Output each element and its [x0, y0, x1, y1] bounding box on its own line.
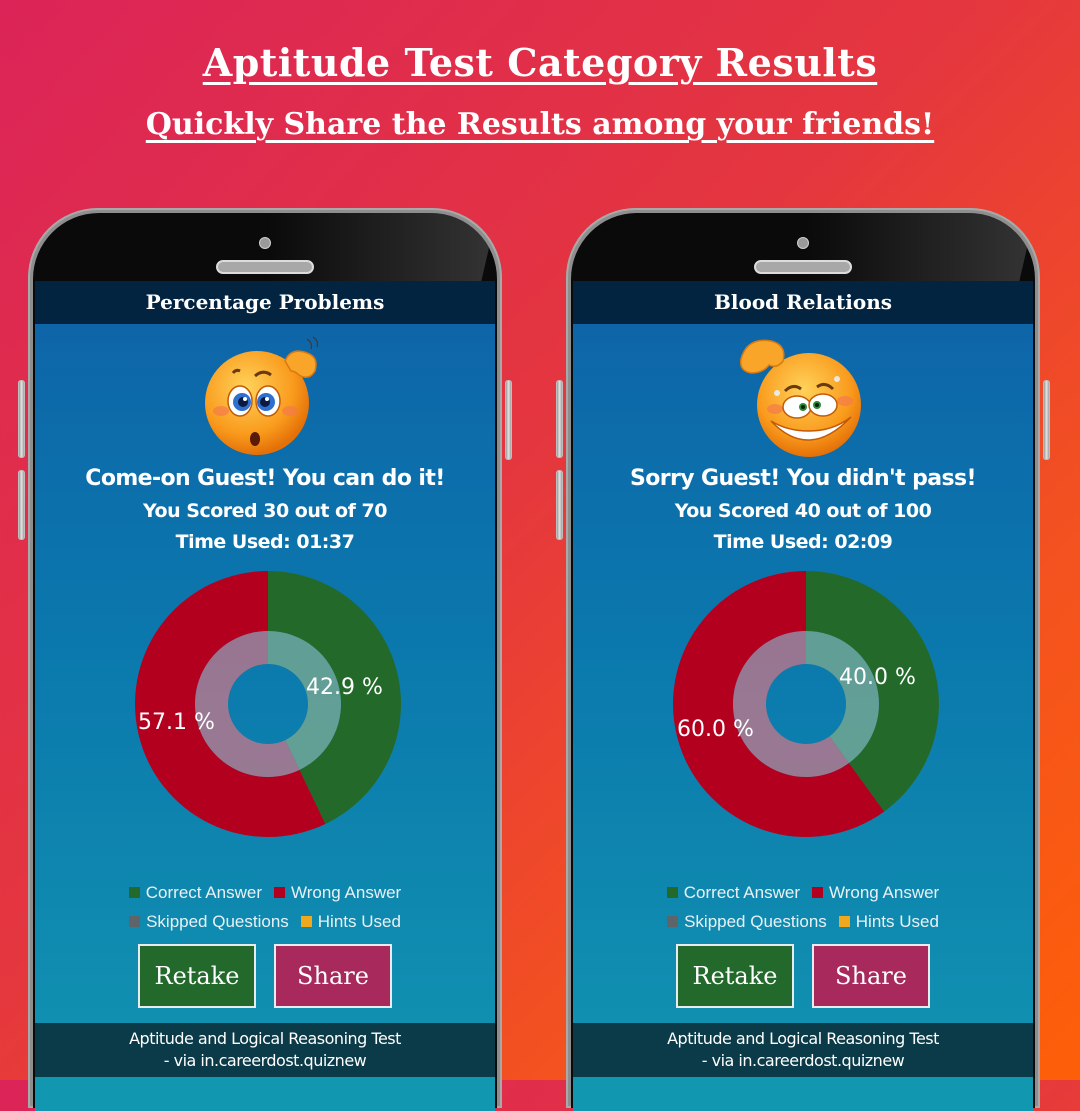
footer-credit: Aptitude and Logical Reasoning Test - vi… — [573, 1023, 1033, 1077]
legend-wrong: Wrong Answer — [811, 883, 939, 903]
score-text: You Scored 40 out of 100 — [674, 500, 932, 522]
retake-button[interactable]: Retake — [676, 944, 794, 1008]
side-button — [1043, 380, 1050, 460]
hints-swatch — [300, 916, 312, 927]
side-button — [505, 380, 512, 460]
share-button[interactable]: Share — [274, 944, 392, 1008]
correct-percent-label: 42.9 % — [306, 675, 383, 700]
score-text: You Scored 30 out of 70 — [143, 500, 387, 522]
result-screen: Percentage Problems Come-on Guest! You c… — [35, 281, 495, 1111]
side-button — [18, 380, 25, 458]
result-message: Sorry Guest! You didn't pass! — [630, 466, 977, 491]
legend-correct: Correct Answer — [666, 883, 800, 903]
app-bar-title: Percentage Problems — [35, 281, 495, 324]
wrong-swatch — [273, 887, 285, 898]
result-screen: Blood Relations Sorry Guest! You didn't … — [573, 281, 1033, 1111]
chart-legend: Correct Answer Wrong Answer Skipped Ques… — [35, 878, 495, 936]
time-used-text: Time Used: 01:37 — [175, 531, 355, 553]
legend-skipped: Skipped Questions — [129, 912, 289, 932]
results-donut-chart: 40.0 % 60.0 % — [673, 571, 939, 837]
correct-swatch — [128, 887, 140, 898]
legend-hints: Hints Used — [838, 912, 939, 932]
retake-button[interactable]: Retake — [138, 944, 256, 1008]
side-button — [18, 470, 25, 540]
legend-skipped: Skipped Questions — [667, 912, 827, 932]
page-title: Aptitude Test Category Results — [202, 40, 878, 85]
side-button — [556, 380, 563, 458]
hints-swatch — [838, 916, 850, 927]
page-subtitle: Quickly Share the Results among your fri… — [145, 107, 935, 142]
camera-icon — [797, 237, 809, 249]
correct-swatch — [666, 887, 678, 898]
bottom-strip — [573, 1077, 1033, 1111]
time-used-text: Time Used: 02:09 — [713, 531, 893, 553]
side-button — [556, 470, 563, 540]
phone-percentage-problems: Percentage Problems Come-on Guest! You c… — [18, 208, 512, 1111]
bottom-strip — [35, 1077, 495, 1111]
chart-legend: Correct Answer Wrong Answer Skipped Ques… — [573, 878, 1033, 936]
wrong-swatch — [811, 887, 823, 898]
share-button[interactable]: Share — [812, 944, 930, 1008]
footer-credit: Aptitude and Logical Reasoning Test - vi… — [35, 1023, 495, 1077]
legend-hints: Hints Used — [300, 912, 401, 932]
nervous-grimace-emoji-icon — [739, 339, 861, 457]
results-donut-chart: 42.9 % 57.1 % — [135, 571, 402, 837]
speaker-grille — [754, 260, 852, 274]
phone-blood-relations: Blood Relations Sorry Guest! You didn't … — [556, 208, 1050, 1111]
skipped-swatch — [129, 916, 141, 927]
confused-thinking-emoji-icon — [205, 336, 319, 455]
skipped-swatch — [667, 916, 679, 927]
wrong-percent-label: 57.1 % — [138, 710, 215, 735]
legend-correct: Correct Answer — [128, 883, 262, 903]
app-bar-title: Blood Relations — [573, 281, 1033, 324]
correct-percent-label: 40.0 % — [839, 665, 916, 690]
camera-icon — [259, 237, 271, 249]
wrong-percent-label: 60.0 % — [677, 717, 754, 742]
speaker-grille — [216, 260, 314, 274]
result-message: Come-on Guest! You can do it! — [85, 466, 445, 491]
legend-wrong: Wrong Answer — [273, 883, 401, 903]
